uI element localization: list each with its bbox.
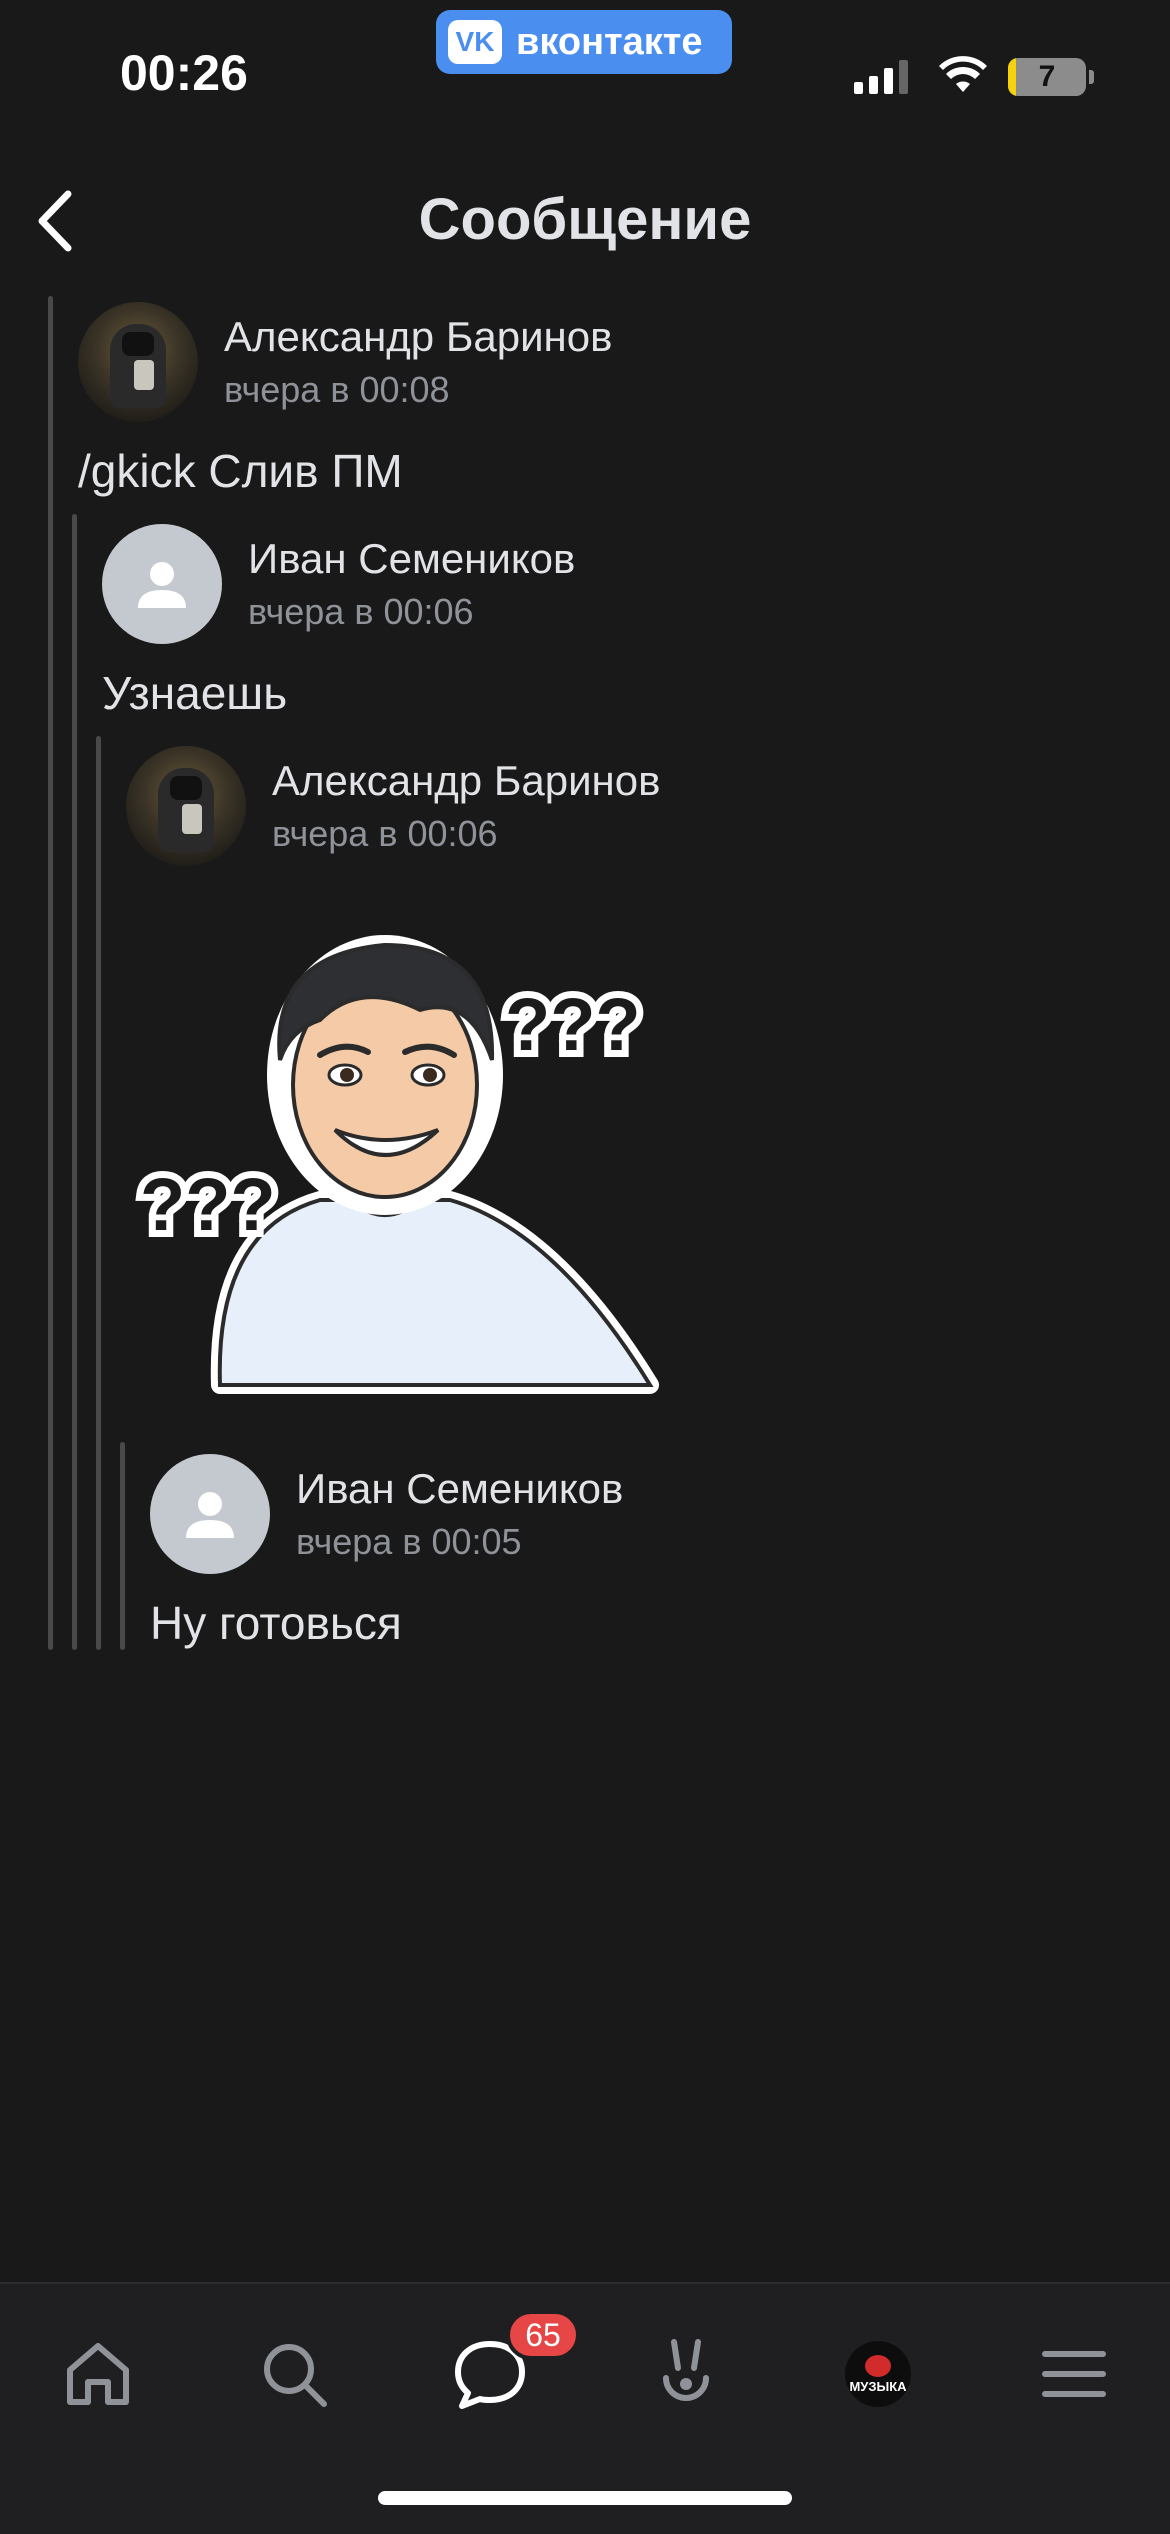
status-time: 00:26 xyxy=(120,45,248,101)
message-header: Иван Семеников вчера в 00:06 xyxy=(102,524,575,644)
sticker-question-left: ??? xyxy=(140,1163,276,1246)
music-icon: МУЗЫКА xyxy=(845,2341,911,2407)
message-text: Узнаешь xyxy=(102,667,288,719)
author-name[interactable]: Александр Баринов xyxy=(224,313,612,361)
message-text: /gkick Слив ПМ xyxy=(78,445,403,497)
tab-search[interactable] xyxy=(244,2324,344,2424)
message-text: Ну готовься xyxy=(150,1597,402,1649)
author-name[interactable]: Александр Баринов xyxy=(272,757,660,805)
avatar[interactable] xyxy=(78,302,198,422)
thread-line-4 xyxy=(120,1442,125,1650)
cellular-signal-icon xyxy=(854,58,908,94)
music-label: МУЗЫКА xyxy=(849,2378,907,2394)
message-time: вчера в 00:05 xyxy=(296,1521,522,1562)
battery-cap xyxy=(1089,70,1094,84)
thread-line-3 xyxy=(96,736,101,1650)
wifi-icon xyxy=(939,56,987,92)
menu-icon xyxy=(1042,2351,1106,2397)
vk-label: вконтакте xyxy=(516,20,703,63)
author-name[interactable]: Иван Семеников xyxy=(248,535,575,583)
page-title: Сообщение xyxy=(418,187,752,252)
avatar[interactable] xyxy=(150,1454,270,1574)
user-placeholder-icon xyxy=(138,562,186,608)
thread-line-1 xyxy=(48,296,53,1650)
home-indicator[interactable] xyxy=(378,2491,792,2505)
thread-line-2 xyxy=(72,514,77,1650)
message-time: вчера в 00:08 xyxy=(224,369,450,410)
message-header: Александр Баринов вчера в 00:08 xyxy=(78,302,612,422)
tab-menu[interactable] xyxy=(1024,2324,1124,2424)
author-name[interactable]: Иван Семеников xyxy=(296,1465,623,1513)
battery-icon: 7 xyxy=(1008,58,1086,96)
tab-clips[interactable] xyxy=(636,2324,736,2424)
battery-level: 7 xyxy=(1038,60,1056,93)
messages-badge: 65 xyxy=(506,2310,580,2360)
message-header: Александр Баринов вчера в 00:06 xyxy=(126,746,660,866)
message-header: Иван Семеников вчера в 00:05 xyxy=(150,1454,623,1574)
user-placeholder-icon xyxy=(186,1492,234,1538)
home-icon xyxy=(67,2343,129,2405)
back-to-vk-pill[interactable]: VK вконтакте xyxy=(436,10,732,74)
search-icon xyxy=(264,2344,327,2407)
clips-icon xyxy=(663,2339,709,2401)
sticker-image[interactable]: ??? ??? ??? ??? xyxy=(120,900,670,1400)
message-time: вчера в 00:06 xyxy=(248,591,474,632)
sticker-question-right: ??? xyxy=(505,983,641,1066)
avatar[interactable] xyxy=(102,524,222,644)
message-time: вчера в 00:06 xyxy=(272,813,498,854)
tab-music[interactable]: МУЗЫКА xyxy=(828,2324,928,2424)
tab-home[interactable] xyxy=(48,2324,148,2424)
avatar[interactable] xyxy=(126,746,246,866)
vk-logo-icon: VK xyxy=(448,20,502,64)
